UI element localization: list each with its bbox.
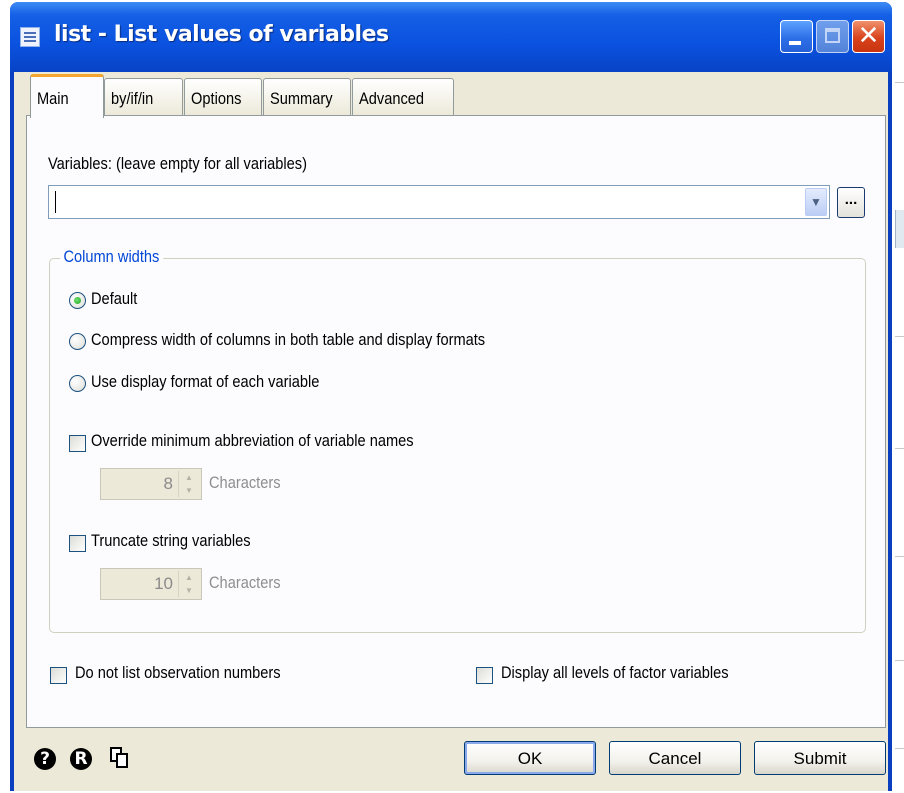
variables-combobox[interactable]: ▼ bbox=[48, 185, 830, 219]
no-obs-numbers-checkbox[interactable] bbox=[50, 667, 67, 684]
help-icon[interactable]: ? bbox=[34, 748, 56, 770]
minimize-icon bbox=[789, 41, 801, 45]
column-widths-title: Column widths bbox=[60, 247, 163, 267]
truncate-strings-checkbox[interactable] bbox=[69, 535, 86, 552]
minimize-button[interactable] bbox=[780, 20, 813, 53]
submit-button-label: Submit bbox=[793, 749, 847, 768]
cancel-button[interactable]: Cancel bbox=[609, 741, 741, 775]
truncate-chars-spinner[interactable]: 10 ▲ ▼ bbox=[100, 568, 202, 600]
text-caret bbox=[55, 191, 56, 213]
spinner-arrows[interactable]: ▲ ▼ bbox=[178, 571, 199, 597]
truncate-chars-unit: Characters bbox=[209, 573, 281, 592]
all-factor-levels-checkbox[interactable] bbox=[476, 667, 493, 684]
chevron-down-icon[interactable]: ▼ bbox=[805, 188, 827, 216]
window-title: list - List values of variables bbox=[54, 22, 389, 47]
dialog-window: list - List values of variables ✕ Main b… bbox=[10, 2, 892, 791]
ok-button-label: OK bbox=[517, 749, 543, 768]
copy-command-icon[interactable] bbox=[110, 747, 130, 769]
override-abbrev-label[interactable]: Override minimum abbreviation of variabl… bbox=[91, 431, 414, 451]
radio-compress[interactable] bbox=[69, 333, 86, 350]
maximize-icon bbox=[825, 28, 840, 43]
abbrev-chars-spinner[interactable]: 8 ▲ ▼ bbox=[100, 468, 202, 500]
ok-button[interactable]: OK bbox=[464, 741, 596, 775]
cancel-button-label: Cancel bbox=[648, 749, 702, 768]
close-icon: ✕ bbox=[857, 21, 880, 51]
radio-default-label[interactable]: Default bbox=[91, 289, 137, 309]
radio-compress-label[interactable]: Compress width of columns in both table … bbox=[91, 330, 485, 350]
abbrev-chars-unit: Characters bbox=[209, 473, 281, 492]
spinner-value: 10 bbox=[154, 574, 173, 593]
dialog-app-icon bbox=[20, 27, 40, 47]
maximize-button[interactable] bbox=[816, 20, 849, 53]
title-bar[interactable]: list - List values of variables ✕ bbox=[10, 2, 892, 72]
chevron-up-icon[interactable]: ▲ bbox=[179, 571, 199, 584]
spinner-arrows[interactable]: ▲ ▼ bbox=[178, 471, 199, 497]
close-button[interactable]: ✕ bbox=[852, 20, 885, 53]
reset-icon[interactable]: R bbox=[70, 748, 92, 770]
radio-display-format[interactable] bbox=[69, 375, 86, 392]
truncate-strings-label[interactable]: Truncate string variables bbox=[91, 531, 251, 551]
submit-button[interactable]: Submit bbox=[754, 741, 886, 775]
variables-label: Variables: (leave empty for all variable… bbox=[48, 154, 307, 173]
all-factor-levels-label[interactable]: Display all levels of factor variables bbox=[501, 663, 729, 683]
chevron-down-icon[interactable]: ▼ bbox=[179, 484, 199, 497]
radio-display-format-label[interactable]: Use display format of each variable bbox=[91, 372, 319, 392]
chevron-up-icon[interactable]: ▲ bbox=[179, 471, 199, 484]
radio-default[interactable] bbox=[69, 292, 86, 309]
no-obs-numbers-label[interactable]: Do not list observation numbers bbox=[75, 663, 281, 683]
background-edge bbox=[891, 0, 904, 793]
spinner-value: 8 bbox=[163, 474, 173, 493]
override-abbrev-checkbox[interactable] bbox=[69, 435, 86, 452]
browse-variables-button[interactable]: ... bbox=[837, 187, 865, 218]
chevron-down-icon[interactable]: ▼ bbox=[179, 584, 199, 597]
dialog-client-area: Main by/if/in Options Summary Advanced V… bbox=[14, 72, 888, 791]
